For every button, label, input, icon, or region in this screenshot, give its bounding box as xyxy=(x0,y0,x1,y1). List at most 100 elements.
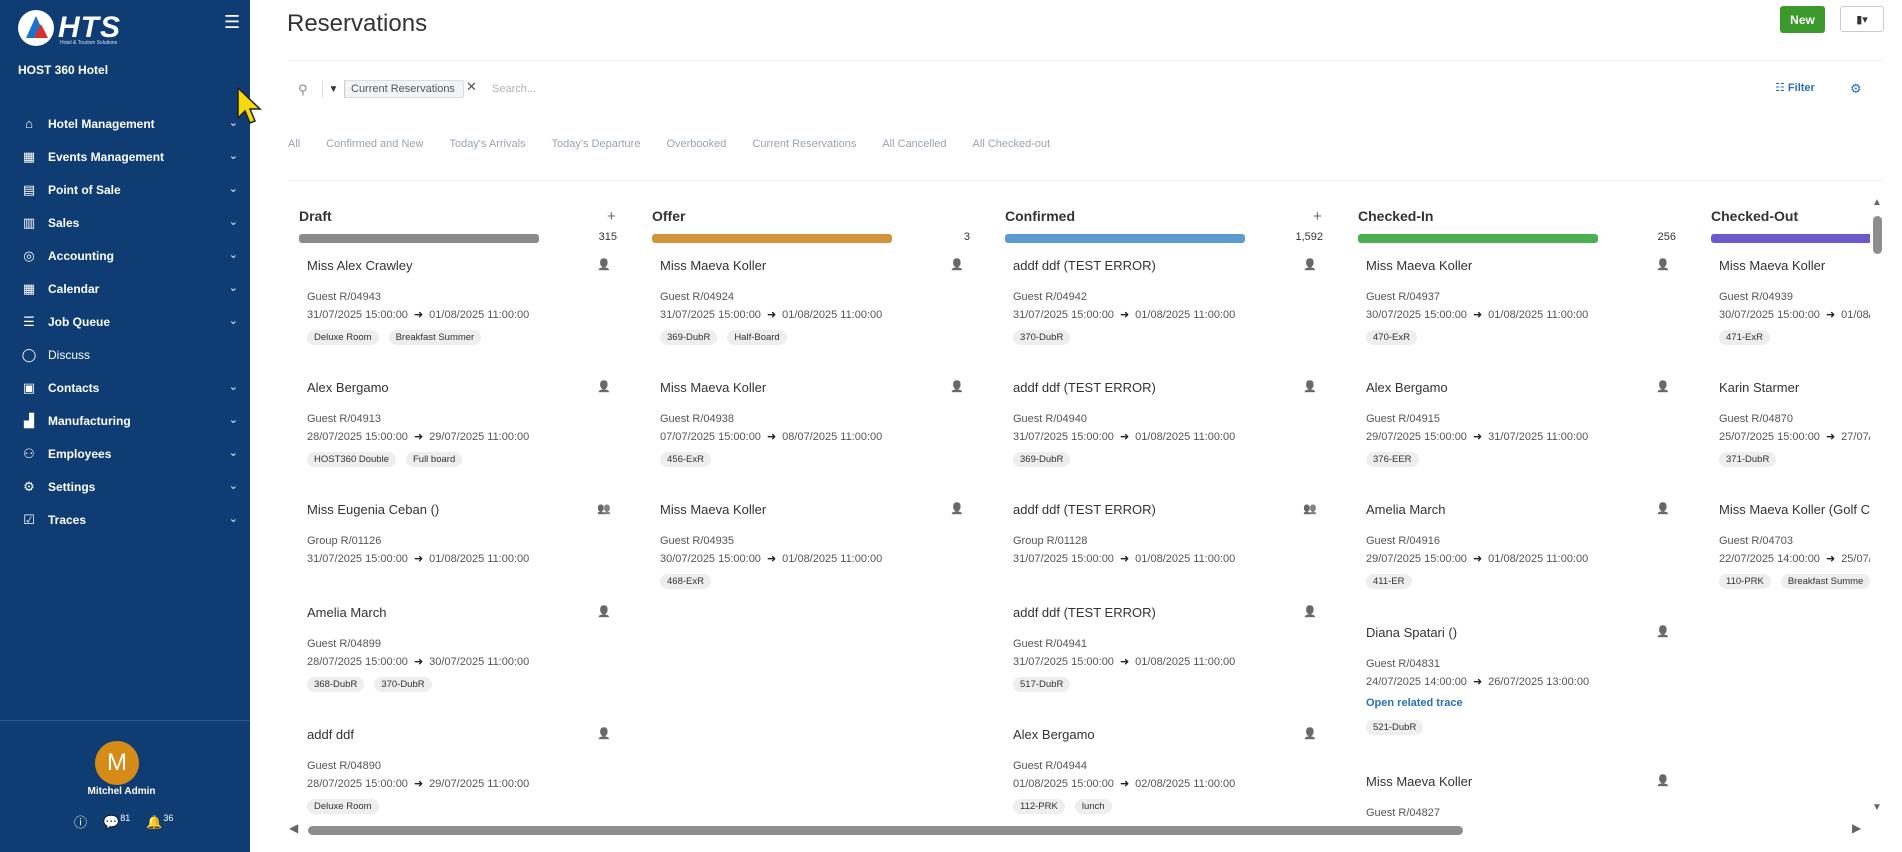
sidebar-item-job-queue[interactable]: ☰ Job Queue ⌄ xyxy=(0,305,250,338)
reservation-ref: Guest R/04913 xyxy=(307,413,381,425)
notifications-button[interactable]: 🔔36 xyxy=(146,813,173,830)
scroll-up-arrow-icon[interactable]: ▲ xyxy=(1872,197,1882,208)
reservation-ref: Guest R/04924 xyxy=(660,291,734,303)
reservation-card[interactable]: Miss Maeva Koller 👤 Guest R/04937 30/07/202… xyxy=(1356,258,1676,368)
sidebar-item-discuss[interactable]: ◯ Discuss xyxy=(0,338,250,371)
reservation-card[interactable]: addf ddf (TEST ERROR) 👤 Guest R/04942 31/07… xyxy=(1003,258,1323,368)
checkin-date: 28/07/2025 15:00:00 xyxy=(307,778,408,790)
reservation-card[interactable]: Karin Starmer👤Guest R/0487025/07/2025 15… xyxy=(1709,380,1870,490)
reservation-ref: Guest R/04943 xyxy=(307,291,381,303)
tag: Breakfast Summe xyxy=(1780,574,1870,589)
facet-remove-icon[interactable]: ✕ xyxy=(466,79,477,95)
sidebar-item-events-management[interactable]: ▦ Events Management ⌄ xyxy=(0,140,250,173)
reservation-card[interactable]: Miss Maeva Koller 👤 Guest R/04938 07/07/202… xyxy=(650,380,970,490)
sidebar-item-traces[interactable]: ☑ Traces ⌄ xyxy=(0,503,250,536)
gear-icon[interactable]: ⚙ xyxy=(1850,81,1862,97)
reservation-card[interactable]: Miss Maeva Koller👤Guest R/0493930/07/202… xyxy=(1709,258,1870,368)
checkout-date: 01/08/2025 11:00:00 xyxy=(1135,309,1236,321)
reservation-card[interactable]: Miss Maeva Koller 👤 Guest R/04924 31/07/202… xyxy=(650,258,970,368)
sidebar-item-calendar[interactable]: ▦ Calendar ⌄ xyxy=(0,272,250,305)
tag: 370-DubR xyxy=(374,677,432,692)
messages-button[interactable]: 💬81 xyxy=(103,813,130,830)
sidebar-item-employees[interactable]: ⚇ Employees ⌄ xyxy=(0,437,250,470)
person-icon: 👤 xyxy=(597,728,611,740)
reservation-card[interactable]: addf ddf (TEST ERROR) 👤 Guest R/04941 31/07… xyxy=(1003,605,1323,715)
reservation-dates: 30/07/2025 15:00:00 ➜ 01/08/2025 11:00:00 xyxy=(660,552,882,565)
reservation-card[interactable]: Alex Bergamo 👤 Guest R/04913 28/07/2025 15:… xyxy=(297,380,617,490)
checkout-date: 01/08/2025 11:00:00 xyxy=(782,309,883,321)
guest-name: Amelia March xyxy=(307,605,387,620)
column-progress-bar[interactable] xyxy=(1358,234,1598,243)
reservation-ref: Guest R/04935 xyxy=(660,535,734,547)
search-facet[interactable]: ▼ Current Reservations xyxy=(322,80,464,98)
checkout-date: 01/08/2025 11:00:00 xyxy=(429,553,530,565)
reservation-dates: 01/08/2025 15:00:00 ➜ 02/08/2025 11:00:00 xyxy=(1013,777,1235,790)
tabs-divider xyxy=(287,180,1884,181)
reservation-card[interactable]: Alex Bergamo 👤 Guest R/04944 01/08/2025 15:… xyxy=(1003,727,1323,820)
reservation-card[interactable]: addf ddf (TEST ERROR) 👥 Group R/01128 31/07… xyxy=(1003,502,1323,612)
reservation-card[interactable]: addf ddf 👤 Guest R/04890 28/07/2025 15:00:0… xyxy=(297,727,617,820)
tab-all[interactable]: All xyxy=(288,138,300,150)
reservation-card[interactable]: addf ddf (TEST ERROR) 👤 Guest R/04940 31/07… xyxy=(1003,380,1323,490)
add-card-icon[interactable]: + xyxy=(607,208,616,225)
scroll-down-arrow-icon[interactable]: ▼ xyxy=(1872,802,1882,813)
reservation-ref: Guest R/04890 xyxy=(307,760,381,772)
tab-today-s-arrivals[interactable]: Today's Arrivals xyxy=(449,138,525,150)
reservation-card[interactable]: Alex Bergamo 👤 Guest R/04915 29/07/2025 15:… xyxy=(1356,380,1676,490)
sidebar-item-sales[interactable]: ▥ Sales ⌄ xyxy=(0,206,250,239)
tab-today-s-departure[interactable]: Today's Departure xyxy=(552,138,641,150)
reservation-dates: 30/07/2025 15:00:00 ➜ 01/08/2025 11:00:00 xyxy=(1366,308,1588,321)
open-related-trace-link[interactable]: Open related trace xyxy=(1366,697,1463,709)
filter-tabs: All Confirmed and New Today's Arrivals Toda… xyxy=(288,138,1076,150)
reservation-dates: 31/07/2025 15:00:00 ➜ 01/08/2025 11:00:00 xyxy=(307,552,529,565)
chevron-down-icon: ⌄ xyxy=(228,150,238,162)
filter-button[interactable]: ☷ Filter xyxy=(1775,81,1815,94)
person-icon: 👤 xyxy=(1656,626,1670,638)
tab-confirmed-and-new[interactable]: Confirmed and New xyxy=(326,138,423,150)
sidebar-item-settings[interactable]: ⚙ Settings ⌄ xyxy=(0,470,250,503)
tab-all-cancelled[interactable]: All Cancelled xyxy=(882,138,946,150)
column-progress-bar[interactable] xyxy=(652,234,892,243)
column-count: 3 xyxy=(963,231,970,243)
reservation-card[interactable]: Amelia March 👤 Guest R/04916 29/07/2025 15:… xyxy=(1356,502,1676,612)
hamburger-menu-icon[interactable]: ☰ xyxy=(224,12,240,33)
sidebar-item-hotel-management[interactable]: ⌂ Hotel Management ⌄ xyxy=(0,107,250,140)
arrow-right-icon: ➜ xyxy=(413,778,424,790)
arrow-right-icon: ➜ xyxy=(1825,309,1836,321)
reservation-card[interactable]: Miss Maeva Koller 👤 Guest R/04935 30/07/202… xyxy=(650,502,970,612)
avatar[interactable]: M xyxy=(95,741,139,785)
help-icon[interactable]: ⓘ xyxy=(74,812,87,831)
scroll-right-arrow-icon[interactable]: ▶ xyxy=(1852,821,1861,835)
guest-name: addf ddf (TEST ERROR) xyxy=(1013,502,1156,517)
scroll-left-arrow-icon[interactable]: ◀ xyxy=(289,821,298,835)
search-input[interactable] xyxy=(492,80,992,98)
checkout-date: 01/08/2025 11:00:00 xyxy=(1488,309,1589,321)
column-progress-bar[interactable] xyxy=(1711,234,1870,243)
guest-name: Miss Eugenia Ceban () xyxy=(307,502,440,517)
chevron-down-icon: ⌄ xyxy=(228,216,238,228)
checkout-date: 29/07/2025 11:00:00 xyxy=(429,778,530,790)
tab-all-checked-out[interactable]: All Checked-out xyxy=(973,138,1051,150)
column-progress-bar[interactable] xyxy=(1005,234,1245,243)
vertical-scrollbar[interactable] xyxy=(1873,216,1882,254)
reservation-card[interactable]: Miss Eugenia Ceban () 👥 Group R/01126 31/07… xyxy=(297,502,617,612)
tab-overbooked[interactable]: Overbooked xyxy=(666,138,726,150)
reservation-card[interactable]: Miss Maeva Koller (Golf C👤Guest R/047032… xyxy=(1709,502,1870,612)
tab-current-reservations[interactable]: Current Reservations xyxy=(752,138,856,150)
reservation-card[interactable]: Miss Alex Crawley 👤 Guest R/04943 31/07/202… xyxy=(297,258,617,368)
sidebar-item-accounting[interactable]: ◎ Accounting ⌄ xyxy=(0,239,250,272)
view-switcher-button[interactable]: ▮▾ xyxy=(1840,6,1884,32)
horizontal-scrollbar[interactable] xyxy=(308,826,1463,835)
sidebar-item-point-of-sale[interactable]: ▤ Point of Sale ⌄ xyxy=(0,173,250,206)
new-button[interactable]: New xyxy=(1780,6,1825,33)
sidebar-item-manufacturing[interactable]: ▟ Manufacturing ⌄ xyxy=(0,404,250,437)
sidebar-item-contacts[interactable]: ▣ Contacts ⌄ xyxy=(0,371,250,404)
arrow-right-icon: ➜ xyxy=(413,431,424,443)
checkin-date: 31/07/2025 15:00:00 xyxy=(1013,431,1114,443)
column-progress-bar[interactable] xyxy=(299,234,539,243)
reservation-card[interactable]: Miss Maeva Koller 👤 Guest R/04827 xyxy=(1356,774,1676,820)
column-count: 1,592 xyxy=(1295,231,1323,243)
reservation-card[interactable]: Amelia March 👤 Guest R/04899 28/07/2025 15:… xyxy=(297,605,617,715)
reservation-card[interactable]: Diana Spatari () 👤 Guest R/04831 24/07/2025… xyxy=(1356,625,1676,735)
add-card-icon[interactable]: + xyxy=(1313,208,1322,225)
